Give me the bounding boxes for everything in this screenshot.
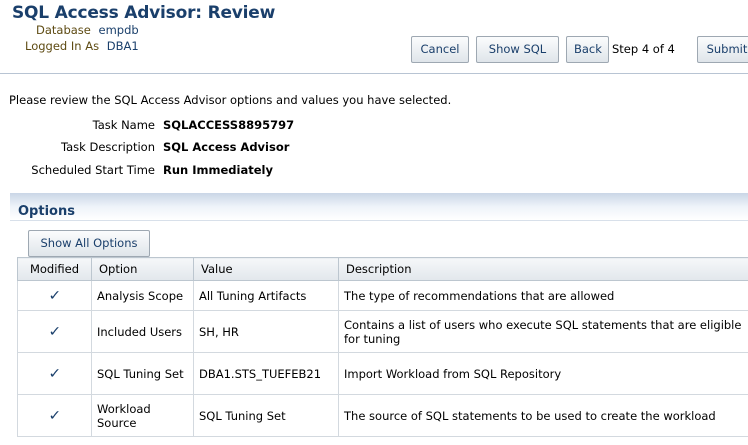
start-time-label: Scheduled Start Time bbox=[31, 163, 155, 177]
options-table: Modified Option Value Description ✓ Anal… bbox=[17, 257, 748, 437]
submit-button[interactable]: Submit bbox=[697, 36, 748, 63]
show-all-options-button[interactable]: Show All Options bbox=[28, 230, 150, 257]
value-cell: DBA1.STS_TUEFEB21 bbox=[193, 352, 339, 395]
table-row: ✓ SQL Tuning Set DBA1.STS_TUEFEB21 Impor… bbox=[17, 352, 748, 395]
show-sql-button[interactable]: Show SQL bbox=[476, 36, 559, 63]
modified-cell: ✓ bbox=[17, 310, 92, 353]
modified-cell: ✓ bbox=[17, 280, 92, 311]
table-row: ✓ Included Users SH, HR Contains a list … bbox=[17, 310, 748, 353]
column-header-option: Option bbox=[91, 257, 194, 281]
value-cell: SH, HR bbox=[193, 310, 339, 353]
checkmark-icon: ✓ bbox=[48, 287, 61, 304]
table-row: ✓ Analysis Scope All Tuning Artifacts Th… bbox=[17, 280, 748, 311]
logged-in-info: Logged In As DBA1 bbox=[25, 39, 139, 53]
description-cell: Import Workload from SQL Repository bbox=[338, 352, 748, 395]
modified-cell: ✓ bbox=[17, 394, 92, 437]
value-cell: All Tuning Artifacts bbox=[193, 280, 339, 311]
options-section-divider bbox=[10, 220, 748, 221]
modified-cell: ✓ bbox=[17, 352, 92, 395]
task-description-label: Task Description bbox=[61, 140, 155, 154]
intro-text: Please review the SQL Access Advisor opt… bbox=[9, 93, 452, 107]
cancel-button[interactable]: Cancel bbox=[411, 36, 469, 63]
back-button[interactable]: Back bbox=[566, 36, 609, 63]
database-value: empdb bbox=[98, 23, 139, 37]
description-cell: The type of recommendations that are all… bbox=[338, 280, 748, 311]
option-cell: Included Users bbox=[91, 310, 194, 353]
checkmark-icon: ✓ bbox=[48, 365, 61, 382]
page-title: SQL Access Advisor: Review bbox=[12, 3, 276, 23]
logged-in-label: Logged In As bbox=[25, 39, 100, 53]
option-cell: Analysis Scope bbox=[91, 280, 194, 311]
option-cell: Workload Source bbox=[91, 394, 194, 437]
database-label: Database bbox=[36, 23, 91, 37]
checkmark-icon: ✓ bbox=[48, 323, 61, 340]
table-row: ✓ Workload Source SQL Tuning Set The sou… bbox=[17, 394, 748, 437]
task-name-label: Task Name bbox=[92, 118, 155, 132]
table-header-row: Modified Option Value Description bbox=[17, 257, 748, 281]
column-header-modified: Modified bbox=[17, 257, 92, 281]
options-section-band bbox=[10, 193, 748, 220]
start-time-value: Run Immediately bbox=[163, 163, 273, 177]
value-cell: SQL Tuning Set bbox=[193, 394, 339, 437]
step-indicator: Step 4 of 4 bbox=[612, 42, 675, 56]
checkmark-icon: ✓ bbox=[48, 407, 61, 424]
options-section-title: Options bbox=[18, 204, 75, 219]
column-header-value: Value bbox=[193, 257, 339, 281]
description-cell: Contains a list of users who execute SQL… bbox=[338, 310, 748, 353]
logged-in-value: DBA1 bbox=[106, 39, 139, 53]
task-description-value: SQL Access Advisor bbox=[163, 140, 290, 154]
option-cell: SQL Tuning Set bbox=[91, 352, 194, 395]
description-cell: The source of SQL statements to be used … bbox=[338, 394, 748, 437]
database-info: Database empdb bbox=[36, 23, 139, 37]
header-divider bbox=[0, 73, 748, 74]
column-header-description: Description bbox=[338, 257, 748, 281]
task-name-value: SQLACCESS8895797 bbox=[163, 118, 295, 132]
